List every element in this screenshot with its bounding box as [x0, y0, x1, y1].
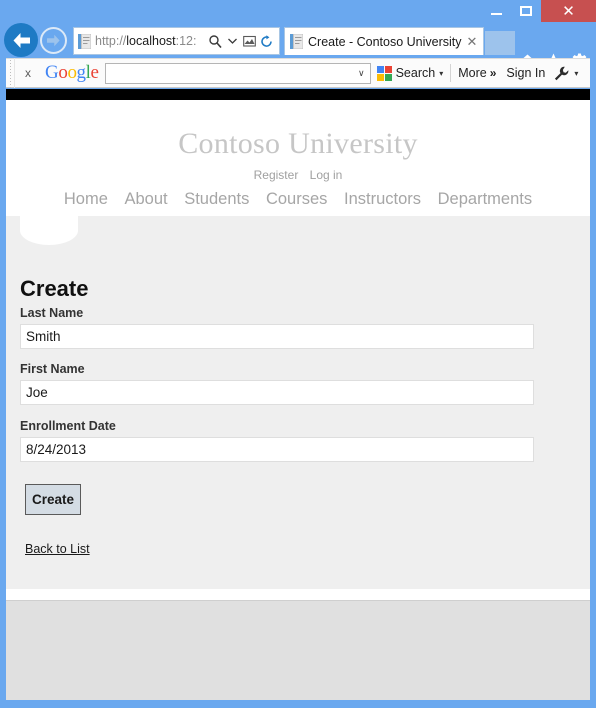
tab-create-contoso-university[interactable]: Create - Contoso University ✕ — [284, 27, 484, 55]
double-chevron-right-icon: » — [489, 66, 497, 80]
create-button[interactable]: Create — [25, 484, 81, 515]
forward-button[interactable] — [40, 27, 67, 54]
address-search-icon[interactable] — [207, 31, 224, 51]
wrench-icon — [555, 66, 569, 80]
nav-item-home[interactable]: Home — [64, 190, 108, 208]
page-viewport: Contoso University Register Log in Home … — [6, 100, 590, 600]
first-name-label: First Name — [20, 362, 85, 376]
search-chevron-down-icon: ▾ — [439, 68, 444, 78]
signin-label: Sign In — [506, 66, 546, 80]
browser-window: ✕ http://localhost:12: Create - Contoso … — [0, 0, 596, 708]
register-link[interactable]: Register — [254, 168, 299, 182]
back-arrow-icon — [13, 32, 30, 48]
tab-title: Create - Contoso University — [308, 34, 462, 49]
enrollment-date-input[interactable] — [20, 437, 534, 462]
back-button[interactable] — [4, 23, 38, 57]
compatibility-view-icon[interactable] — [241, 31, 258, 51]
google-search-box[interactable]: ∨ — [104, 62, 371, 84]
tab-page-icon — [290, 34, 303, 49]
last-name-input[interactable] — [20, 324, 534, 349]
wrench-chevron-down-icon: ▾ — [574, 68, 579, 78]
enrollment-date-label: Enrollment Date — [20, 419, 116, 433]
form-group-enrollment-date: Enrollment Date — [20, 419, 534, 462]
google-logo: Google — [45, 62, 99, 83]
content-body: Create Last Name First Name Enrollment D… — [6, 216, 590, 589]
address-bar[interactable]: http://localhost:12: — [73, 27, 280, 55]
nav-item-students[interactable]: Students — [184, 190, 249, 208]
google-toolbar: x Google ∨ Search ▾ More » Sign In ▾ — [6, 58, 590, 88]
new-tab-button[interactable] — [485, 31, 515, 55]
page-top-band — [6, 89, 590, 100]
more-label: More — [458, 66, 487, 80]
toolbar-divider — [450, 64, 452, 82]
google-more-button[interactable]: More » — [458, 58, 496, 88]
nav-item-courses[interactable]: Courses — [266, 190, 327, 208]
nav-item-departments[interactable]: Departments — [438, 190, 532, 208]
google-search-input[interactable] — [109, 66, 355, 80]
refresh-icon[interactable] — [258, 31, 275, 51]
maximize-button[interactable] — [511, 0, 541, 22]
site-header: Contoso University Register Log in Home … — [6, 100, 590, 216]
form-group-first-name: First Name — [20, 362, 534, 405]
forward-arrow-icon — [47, 34, 60, 47]
header-notch-decoration — [20, 216, 78, 245]
nav-item-instructors[interactable]: Instructors — [344, 190, 421, 208]
auth-links: Register Log in — [6, 168, 590, 182]
login-link[interactable]: Log in — [310, 168, 343, 182]
toolbar-close-button[interactable]: x — [15, 66, 41, 80]
maximize-icon — [520, 6, 532, 16]
address-chevron-down-icon[interactable] — [224, 31, 241, 51]
google-search-chevron-down-icon[interactable]: ∨ — [355, 68, 368, 79]
minimize-icon — [490, 13, 502, 15]
toolbar-gripper[interactable] — [6, 58, 15, 88]
google-search-label: Search — [395, 66, 436, 80]
last-name-label: Last Name — [20, 306, 84, 320]
google-settings-button[interactable]: ▾ — [554, 58, 578, 88]
first-name-input[interactable] — [20, 380, 534, 405]
page-icon — [78, 33, 91, 49]
page-title: Create — [20, 276, 89, 301]
form-group-last-name: Last Name — [20, 306, 534, 349]
site-brand[interactable]: Contoso University — [6, 127, 590, 161]
close-window-button[interactable]: ✕ — [541, 0, 596, 22]
google-signin-button[interactable]: Sign In — [506, 58, 545, 88]
window-bottom-area — [6, 600, 590, 700]
navigation-row: http://localhost:12: Create - Contoso Un… — [0, 22, 596, 70]
back-to-list-link[interactable]: Back to List — [25, 542, 90, 556]
google-g-icon — [376, 65, 392, 81]
google-search-button[interactable]: Search ▾ — [376, 58, 444, 88]
title-bar: ✕ — [0, 0, 596, 22]
tab-close-icon[interactable]: ✕ — [464, 34, 480, 50]
nav-item-about[interactable]: About — [125, 190, 168, 208]
main-nav: Home About Students Courses Instructors … — [6, 190, 590, 209]
minimize-button[interactable] — [481, 0, 511, 22]
url-text: http://localhost:12: — [95, 34, 197, 48]
close-icon: ✕ — [562, 2, 575, 20]
